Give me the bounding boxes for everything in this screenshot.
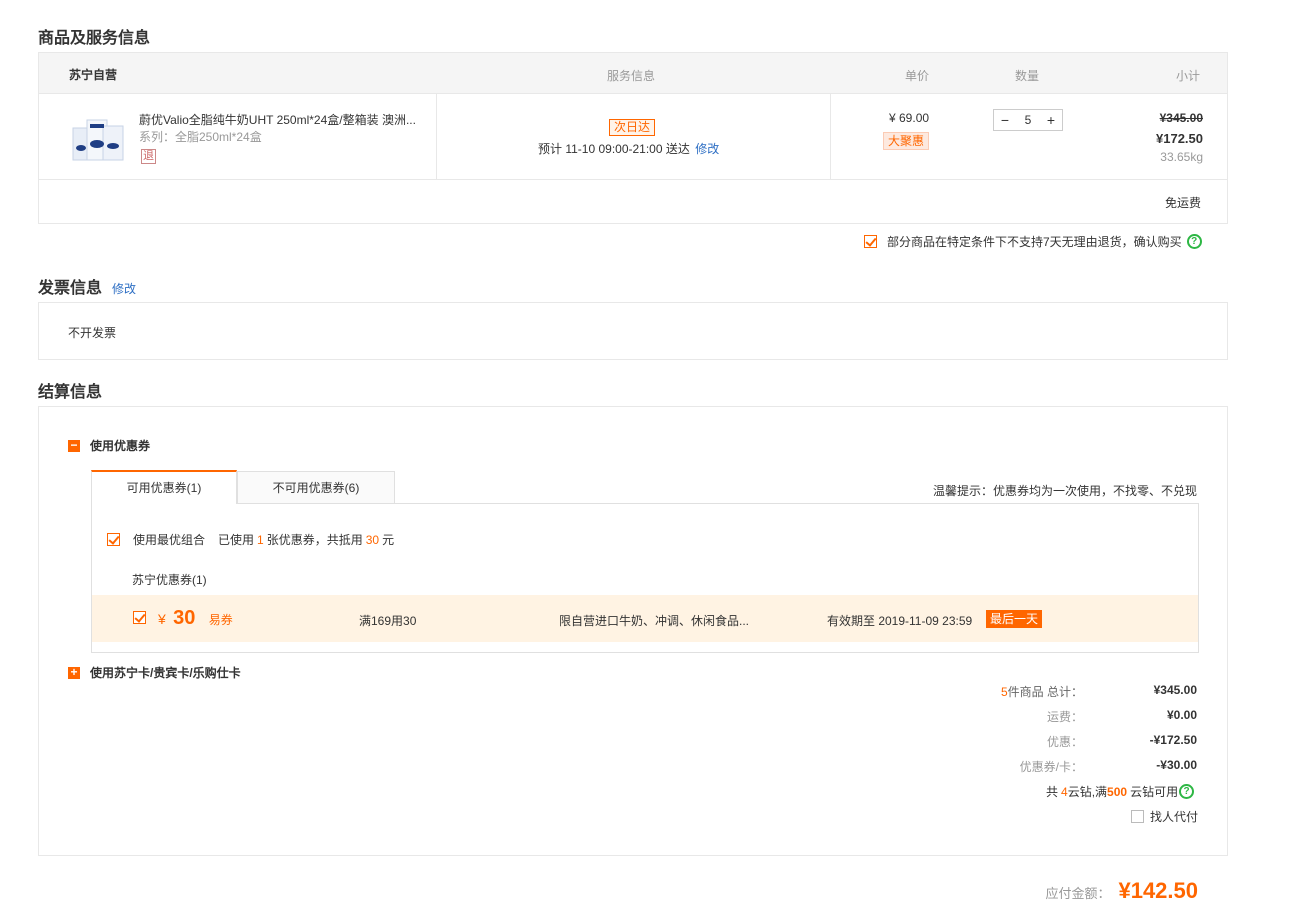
- coupon-amount: 30: [173, 607, 196, 629]
- tab-unavailable-coupons[interactable]: 不可用优惠券(6): [237, 471, 395, 504]
- quantity-input[interactable]: 5: [1016, 110, 1040, 130]
- used-prefix: 已使用: [218, 533, 255, 547]
- summary-coupon-label: 优惠券/卡：: [1019, 760, 1083, 774]
- goods-item-row: 蔚优Valio全脂纯牛奶UHT 250ml*24盒/整箱装 澳洲... 系列：全…: [39, 94, 1227, 180]
- return-policy-agree: 部分商品在特定条件下不支持7天无理由退货，确认购买 ?: [864, 233, 1202, 250]
- cloud-diamond-row: 共 4 云钻,满 500 云钻可用 ?: [1046, 783, 1195, 800]
- coupon-group-label: 苏宁优惠券(1): [132, 573, 207, 587]
- summary-count: 5: [1000, 685, 1008, 699]
- payable-label: 应付金额：: [1045, 886, 1111, 901]
- invoice-section-title: 发票信息: [38, 280, 103, 297]
- best-combo-checkbox[interactable]: [107, 533, 120, 546]
- help-icon[interactable]: ?: [1186, 234, 1202, 249]
- diamond-help-icon[interactable]: ?: [1179, 784, 1195, 799]
- coupon-type: 易券: [208, 613, 233, 627]
- diamond-min: 500: [1107, 784, 1128, 799]
- original-subtotal: ¥345.00: [1159, 111, 1203, 125]
- summary-coupon-value: -¥30.00: [1156, 758, 1197, 772]
- settle-section-title: 结算信息: [38, 384, 103, 401]
- invoice-box: 不开发票: [38, 302, 1228, 360]
- coupon-toggle-label: 使用优惠券: [90, 439, 151, 453]
- coupon-expiry-badge: 最后一天: [986, 610, 1043, 628]
- coupon-checkbox[interactable]: [133, 611, 146, 624]
- quantity-decrease-button[interactable]: −: [994, 110, 1016, 130]
- proxy-pay-label: 找人代付: [1150, 810, 1199, 824]
- coupon-condition: 满169用30: [359, 614, 417, 628]
- summary-total-label: 5件商品 总计：: [839, 683, 1083, 700]
- coupon-value: ¥ 30 易券: [158, 607, 233, 630]
- header-quantity: 数量: [1015, 69, 1040, 83]
- quantity-stepper: − 5 +: [993, 109, 1063, 131]
- quantity-increase-button[interactable]: +: [1040, 110, 1062, 130]
- delivery-modify-link[interactable]: 修改: [695, 142, 719, 156]
- collapse-icon: −: [68, 439, 80, 452]
- used-count: 1: [257, 532, 264, 547]
- best-combo-label: 使用最优组合: [133, 533, 206, 547]
- used-suffix: 元: [382, 533, 395, 547]
- return-tag: 退: [141, 149, 156, 164]
- delivery-badge: 次日达: [609, 119, 656, 136]
- invoice-modify-link[interactable]: 修改: [112, 280, 136, 297]
- invoice-header: 发票信息 修改: [38, 274, 136, 298]
- column-divider: [830, 94, 831, 180]
- promo-tag-label: 大聚惠: [883, 132, 930, 150]
- agree-text: 部分商品在特定条件下不支持7天无理由退货，确认购买: [887, 235, 1182, 249]
- diamond-count: 4: [1061, 784, 1068, 799]
- product-image[interactable]: [69, 106, 129, 166]
- used-amount: 30: [365, 532, 380, 547]
- used-middle: 张优惠券，共抵用: [266, 533, 363, 547]
- card-toggle-label: 使用苏宁卡/贵宾卡/乐购仕卡: [90, 666, 241, 680]
- diamond-suffix: 云钻可用: [1130, 785, 1179, 799]
- item-weight: 33.65kg: [1160, 150, 1203, 164]
- card-toggle[interactable]: + 使用苏宁卡/贵宾卡/乐购仕卡: [68, 664, 241, 681]
- product-spec: 系列：全脂250ml*24盒: [139, 130, 262, 144]
- unit-price: ¥ 69.00: [889, 111, 930, 125]
- coupon-row[interactable]: ¥ 30 易券 满169用30 限自营进口牛奶、冲调、休闲食品... 有效期至 …: [92, 595, 1198, 642]
- coupon-expiry: 有效期至 2019-11-09 23:59: [827, 614, 973, 628]
- summary-count-suffix: 件商品 总计：: [1007, 685, 1083, 699]
- summary-freight: ¥0.00: [1166, 708, 1197, 722]
- proxy-pay-checkbox[interactable]: [1131, 810, 1144, 823]
- goods-table: 苏宁自营 服务信息 单价 数量 小计 蔚优Valio全脂纯牛奶UHT 250ml…: [38, 52, 1228, 224]
- summary-discount: -¥172.50: [1149, 733, 1197, 747]
- coupon-panel: 使用最优组合 已使用 1 张优惠券，共抵用 30 元 苏宁优惠券(1) ¥ 30…: [91, 503, 1199, 653]
- expand-icon: +: [68, 666, 80, 679]
- delivery-badge-label: 次日达: [609, 119, 656, 136]
- summary-total: ¥345.00: [1153, 683, 1197, 697]
- proxy-pay-row: 找人代付: [1131, 808, 1198, 825]
- payable-amount: ¥142.50: [1118, 878, 1198, 903]
- coupon-tip: 温馨提示：优惠券均为一次使用，不找零、不兑现: [932, 484, 1197, 498]
- store-name: 苏宁自营: [69, 68, 118, 82]
- goods-table-header: 苏宁自营 服务信息 单价 数量 小计: [39, 53, 1227, 94]
- agree-checkbox[interactable]: [864, 235, 877, 248]
- promo-tag: 大聚惠: [883, 132, 930, 150]
- coupon-currency: ¥: [158, 611, 166, 627]
- header-service: 服务信息: [607, 69, 656, 83]
- header-unit-price: 单价: [905, 69, 930, 83]
- summary-freight-label: 运费：: [1046, 710, 1083, 724]
- subtotal: ¥172.50: [1156, 131, 1203, 146]
- diamond-middle: 云钻,满: [1067, 785, 1108, 799]
- product-name[interactable]: 蔚优Valio全脂纯牛奶UHT 250ml*24盒/整箱装 澳洲...: [139, 111, 429, 128]
- tab-available-coupons[interactable]: 可用优惠券(1): [91, 470, 237, 504]
- summary-discount-label: 优惠：: [1046, 735, 1083, 749]
- column-divider: [436, 94, 437, 180]
- header-subtotal: 小计: [1176, 69, 1201, 83]
- invoice-value: 不开发票: [68, 326, 117, 340]
- shipping-note: 免运费: [1164, 196, 1201, 210]
- coupon-scope: 限自营进口牛奶、冲调、休闲食品...: [559, 614, 750, 628]
- goods-section-title: 商品及服务信息: [38, 30, 151, 47]
- settle-box: − 使用优惠券 可用优惠券(1) 不可用优惠券(6) 温馨提示：优惠券均为一次使…: [38, 406, 1228, 856]
- diamond-prefix: 共: [1046, 785, 1059, 799]
- delivery-estimate: 预计 11-10 09:00-21:00 送达 修改: [538, 140, 719, 157]
- coupon-toggle[interactable]: − 使用优惠券: [68, 437, 150, 454]
- delivery-text: 预计 11-10 09:00-21:00 送达: [538, 142, 690, 156]
- payable-row: 应付金额： ¥142.50: [900, 878, 1198, 904]
- best-combo-row: 使用最优组合 已使用 1 张优惠券，共抵用 30 元: [107, 531, 394, 548]
